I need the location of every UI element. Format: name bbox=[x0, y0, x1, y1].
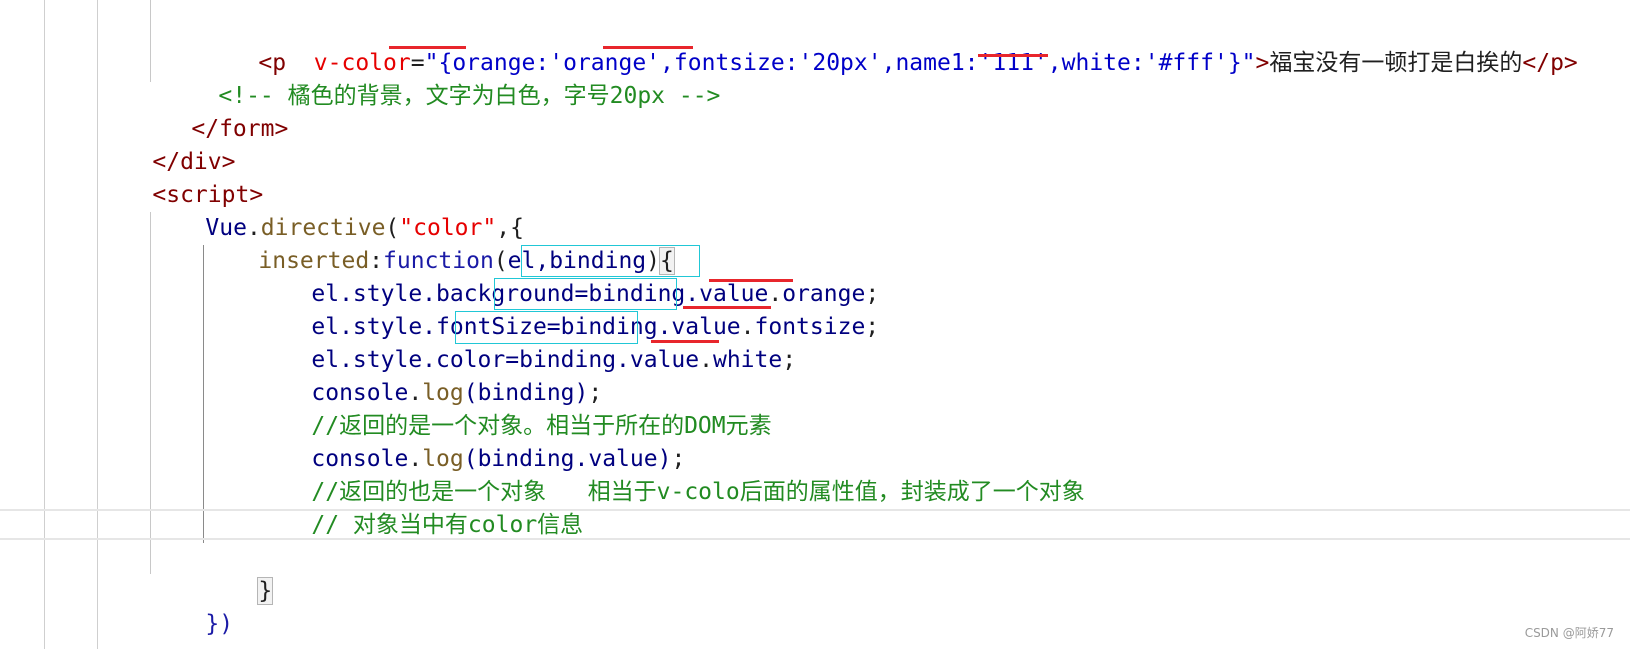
tag-close-p: </p> bbox=[1522, 50, 1578, 76]
code-line-14: //返回的也是一个对象 相当于v-colo后面的属性值，封装成了一个对象 bbox=[256, 444, 1084, 505]
code-line-3: </form> bbox=[136, 81, 288, 142]
semicolon: ; bbox=[782, 347, 797, 373]
code-line-5: <script> bbox=[97, 147, 263, 208]
code-line-11: console.log(binding); bbox=[256, 345, 602, 406]
p-text: 福宝没有一顿打是白挨的 bbox=[1269, 50, 1523, 76]
prop-white: white bbox=[712, 347, 783, 373]
code-line-16-cursor[interactable] bbox=[203, 510, 1403, 542]
code-line-6: Vue.directive("color",{ bbox=[150, 180, 524, 241]
underline-prop-fontsize bbox=[683, 306, 771, 309]
underline-prop-white bbox=[651, 340, 719, 343]
tag-gt: > bbox=[1255, 50, 1270, 76]
code-line-1: <p v-color="{orange:'orange',fontsize:'2… bbox=[203, 15, 1577, 76]
gutter-separator bbox=[44, 0, 45, 649]
code-line-17: } bbox=[203, 543, 274, 605]
code-line-4: </div> bbox=[97, 114, 235, 175]
code-line-18: }) bbox=[150, 576, 233, 637]
dot: . bbox=[699, 347, 713, 373]
underline-white bbox=[978, 54, 1048, 57]
code-line-7: inserted:function(el,binding){ bbox=[203, 213, 675, 275]
csdn-watermark: CSDN @阿娇77 bbox=[1524, 626, 1614, 640]
semicolon: ; bbox=[865, 314, 880, 340]
highlight-box-binding-value-3 bbox=[455, 311, 638, 344]
close-directive: }) bbox=[205, 611, 234, 637]
code-editor[interactable]: <p v-color="{orange:'orange',fontsize:'2… bbox=[0, 0, 1630, 649]
indent-guide-1 bbox=[97, 0, 98, 649]
indent-guide-2 bbox=[150, 0, 151, 82]
highlight-box-binding-value-2 bbox=[494, 278, 677, 310]
brace-close-matched: } bbox=[257, 577, 274, 605]
quote-close: " bbox=[1241, 50, 1256, 76]
brace-close: } bbox=[1227, 50, 1242, 76]
val-white: :'#fff' bbox=[1130, 50, 1228, 76]
code-line-2: <!-- 橘色的背景，文字为白色，字号20px --> bbox=[163, 48, 720, 109]
code-line-12: //返回的是一个对象。相当于所在的DOM元素 bbox=[256, 378, 771, 439]
html-comment: <!-- 橘色的背景，文字为白色，字号20px --> bbox=[218, 83, 721, 109]
key-white: white bbox=[1061, 50, 1131, 76]
code-line-15: // 对象当中有color信息 bbox=[256, 477, 583, 538]
code-line-13: console.log(binding.value); bbox=[256, 411, 685, 472]
highlight-box-binding-value-1 bbox=[521, 245, 700, 277]
